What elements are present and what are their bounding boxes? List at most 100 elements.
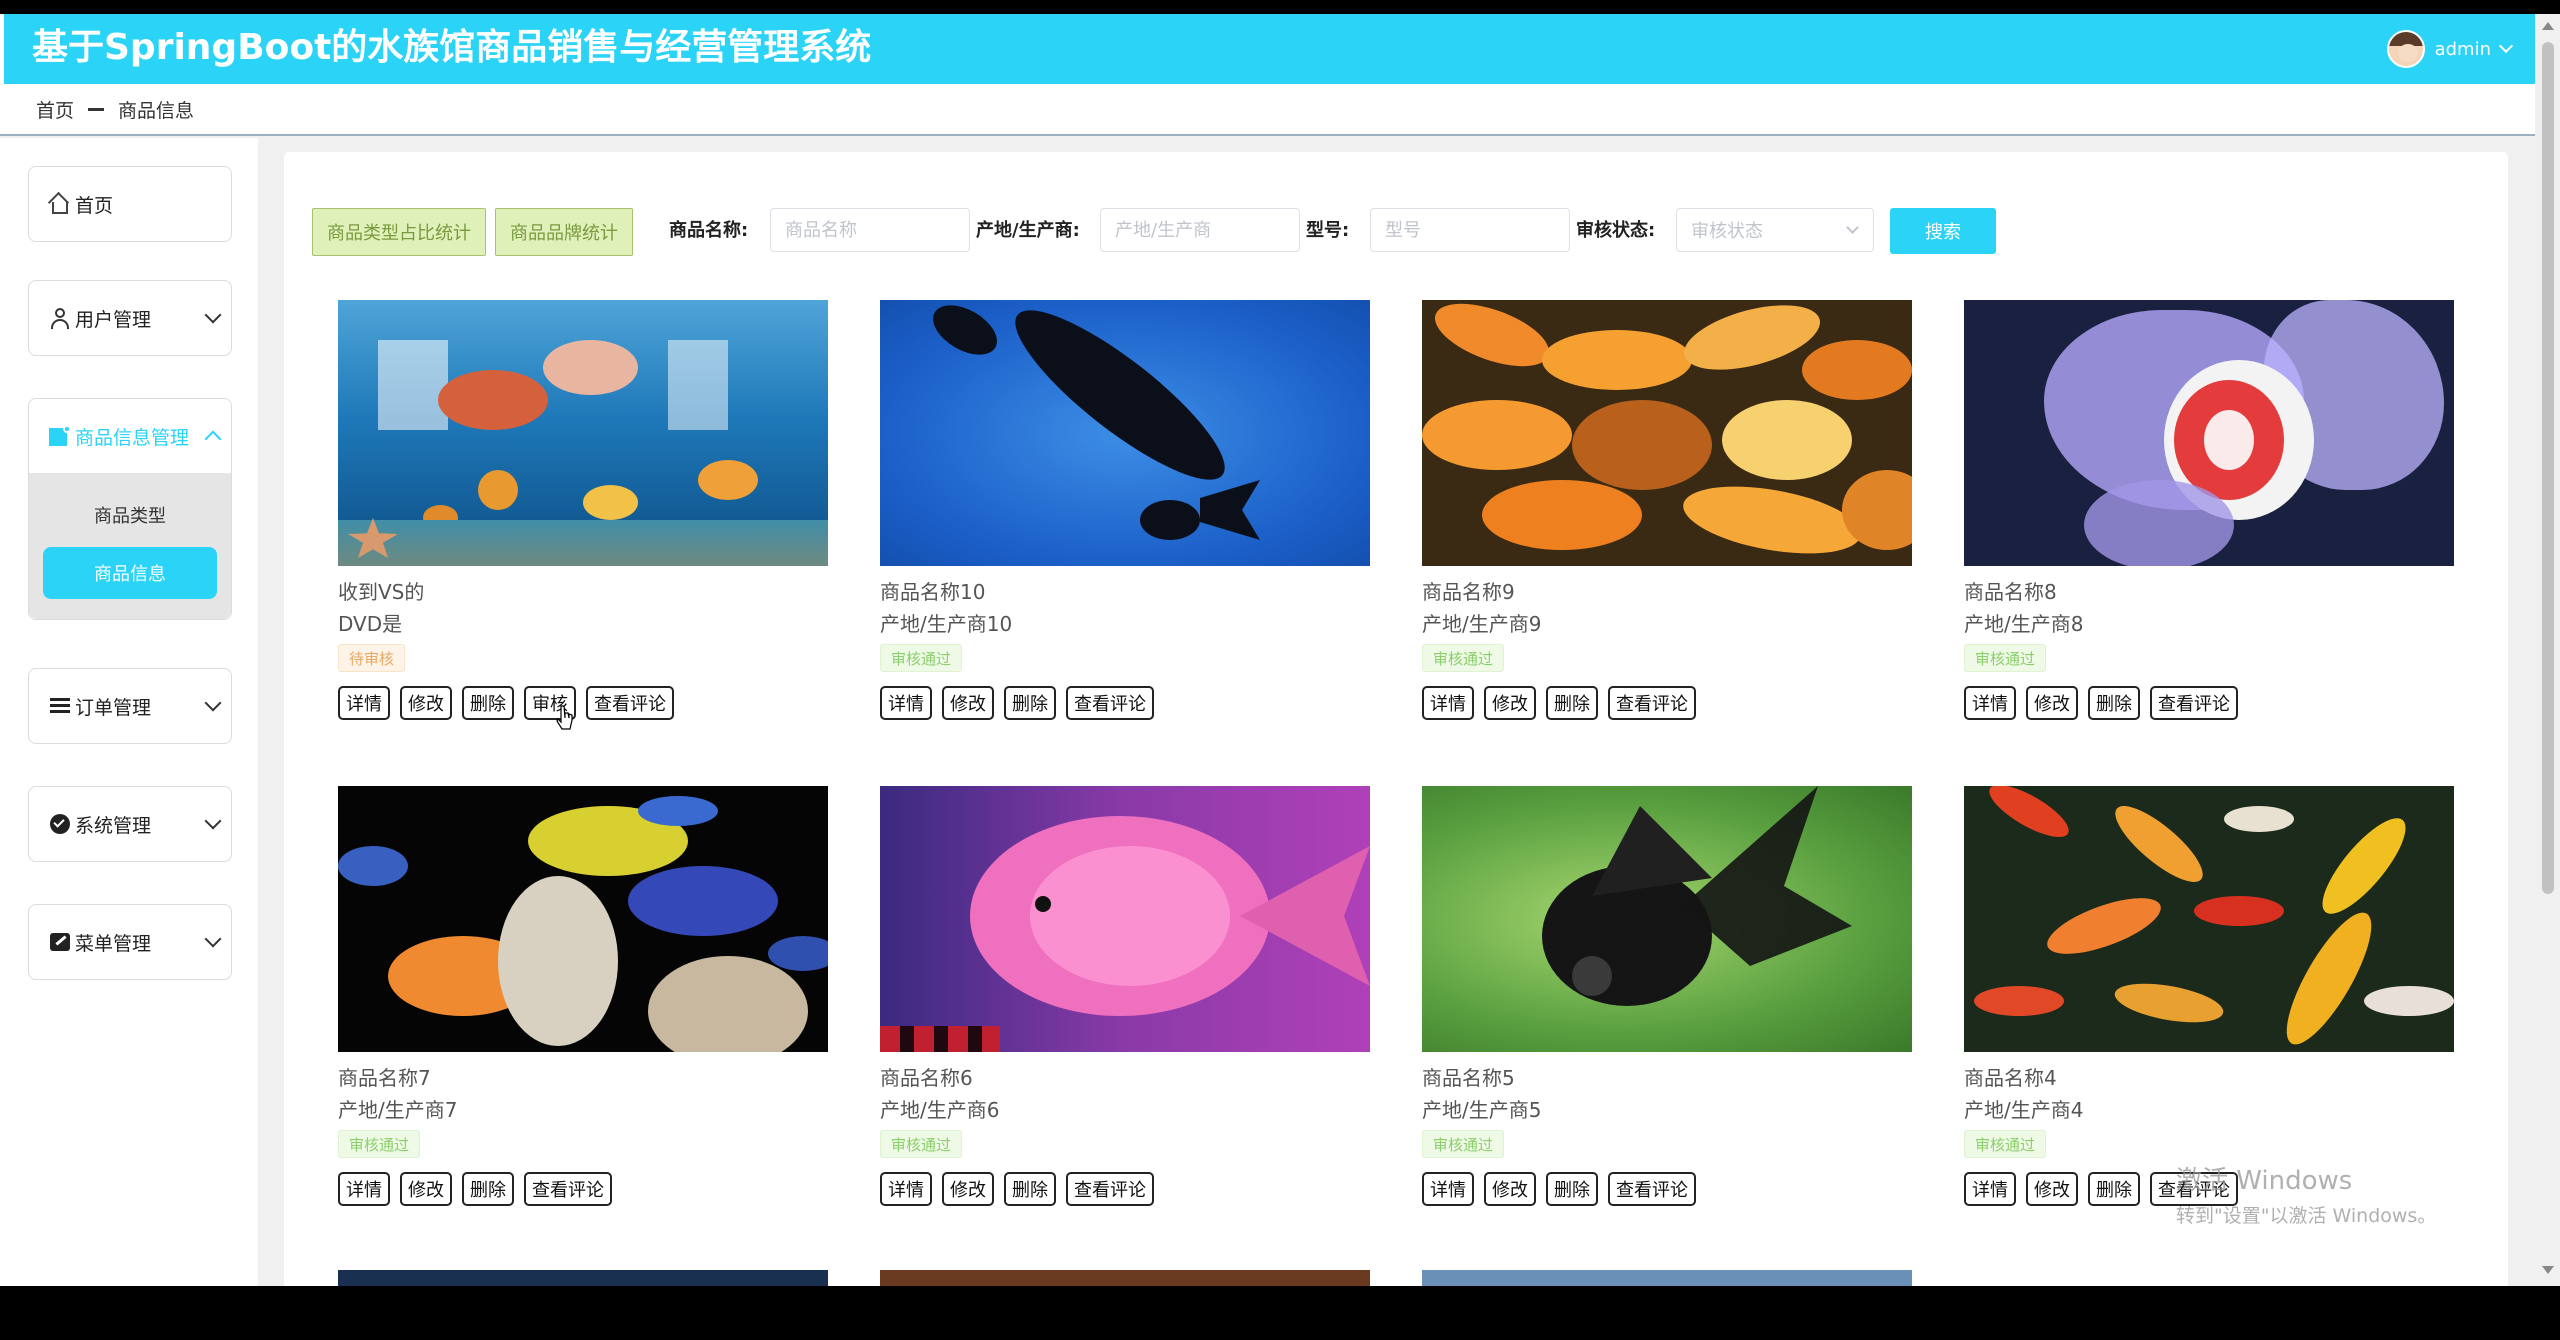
product-origin: 产地/生产商6 [880, 1098, 1000, 1122]
user-name[interactable]: admin [2435, 39, 2491, 60]
sidebar-item-label: 菜单管理 [75, 932, 152, 955]
delete-button[interactable]: 删除 [2088, 1172, 2140, 1206]
product-origin: 产地/生产商8 [1964, 612, 2084, 636]
product-origin: 产地/生产商7 [338, 1098, 458, 1122]
view-comments-button[interactable]: 查看评论 [524, 1172, 612, 1206]
detail-button[interactable]: 详情 [1964, 1172, 2016, 1206]
product-name: 收到VS的 [338, 580, 425, 604]
sidebar: 首页 用户管理 商品信息管理 商品类型 商品信息 订单管理 系统管理 菜单管理 [0, 138, 258, 1286]
edit-button[interactable]: 修改 [2026, 686, 2078, 720]
sidebar-item-label: 首页 [75, 194, 114, 217]
breadcrumb-home[interactable]: 首页 [36, 96, 74, 123]
product-image[interactable] [1422, 1270, 1912, 1286]
detail-button[interactable]: 详情 [880, 1172, 932, 1206]
scroll-up-icon[interactable] [2542, 22, 2554, 30]
type-stat-button[interactable]: 商品类型占比统计 [312, 208, 486, 256]
sidebar-item-home[interactable]: 首页 [28, 166, 232, 242]
view-comments-button[interactable]: 查看评论 [1608, 686, 1696, 720]
detail-button[interactable]: 详情 [1422, 686, 1474, 720]
product-card: 商品名称9 产地/生产商9 审核通过 详情 修改 删除 查看评论 [1422, 300, 1912, 720]
sidebar-item-label: 用户管理 [75, 308, 152, 331]
view-comments-button[interactable]: 查看评论 [1066, 686, 1154, 720]
product-name: 商品名称9 [1422, 580, 1515, 604]
avatar[interactable] [2386, 30, 2425, 68]
product-image[interactable] [1422, 300, 1912, 566]
delete-button[interactable]: 删除 [1546, 686, 1598, 720]
edit-button[interactable]: 修改 [942, 686, 994, 720]
app-window: 基于SpringBoot的水族馆商品销售与经营管理系统 admin 首页 商品信… [0, 14, 2535, 1286]
product-card: 商品名称10 产地/生产商10 审核通过 详情 修改 删除 查看评论 [880, 300, 1370, 720]
origin-label: 产地/生产商: [976, 220, 1080, 241]
chevron-up-icon [204, 430, 222, 448]
product-origin: 产地/生产商5 [1422, 1098, 1542, 1122]
origin-input[interactable] [1100, 208, 1300, 252]
edit-button[interactable]: 修改 [2026, 1172, 2078, 1206]
scroll-thumb[interactable] [2542, 42, 2554, 894]
sidebar-item-order-management[interactable]: 订单管理 [28, 668, 232, 744]
brand-stat-button[interactable]: 商品品牌统计 [495, 208, 633, 256]
status-badge: 待审核 [338, 644, 406, 672]
status-badge: 审核通过 [1422, 644, 1505, 672]
product-image[interactable] [880, 1270, 1370, 1286]
product-card: 商品名称6 产地/生产商6 审核通过 详情 修改 删除 查看评论 [880, 786, 1370, 1206]
edit-button[interactable]: 修改 [400, 686, 452, 720]
sidebar-item-goods-type[interactable]: 商品类型 [43, 489, 217, 541]
product-name: 商品名称8 [1964, 580, 2057, 604]
sidebar-item-user-management[interactable]: 用户管理 [28, 280, 232, 356]
chevron-down-icon [204, 812, 222, 830]
product-image[interactable] [880, 786, 1370, 1052]
edit-button[interactable]: 修改 [400, 1172, 452, 1206]
name-label: 商品名称: [669, 220, 749, 241]
delete-button[interactable]: 删除 [1004, 1172, 1056, 1206]
menu-icon [49, 931, 71, 953]
delete-button[interactable]: 删除 [462, 1172, 514, 1206]
detail-button[interactable]: 详情 [880, 686, 932, 720]
sidebar-item-menu-management[interactable]: 菜单管理 [28, 904, 232, 980]
delete-button[interactable]: 删除 [462, 686, 514, 720]
edit-button[interactable]: 修改 [1484, 1172, 1536, 1206]
user-menu[interactable]: admin [2386, 28, 2514, 70]
submenu: 商品类型 商品信息 [29, 473, 231, 619]
sidebar-item-label: 系统管理 [75, 814, 152, 837]
product-origin: DVD是 [338, 612, 403, 636]
view-comments-button[interactable]: 查看评论 [1608, 1172, 1696, 1206]
product-card: 收到VS的 DVD是 待审核 详情 修改 删除 审核 查看评论 [338, 300, 828, 720]
product-image[interactable] [1422, 786, 1912, 1052]
product-origin: 产地/生产商4 [1964, 1098, 2084, 1122]
product-image[interactable] [338, 1270, 828, 1286]
product-card: 商品名称7 产地/生产商7 审核通过 详情 修改 删除 查看评论 [338, 786, 828, 1206]
status-badge: 审核通过 [880, 1130, 963, 1158]
app-title: 基于SpringBoot的水族馆商品销售与经营管理系统 [32, 27, 872, 68]
sidebar-item-system-management[interactable]: 系统管理 [28, 786, 232, 862]
model-input[interactable] [1370, 208, 1570, 252]
edit-button[interactable]: 修改 [942, 1172, 994, 1206]
name-input[interactable] [770, 208, 970, 252]
audit-select[interactable]: 审核状态 [1676, 208, 1874, 252]
sidebar-item-goods-info[interactable]: 商品信息 [43, 547, 217, 599]
detail-button[interactable]: 详情 [338, 1172, 390, 1206]
scroll-down-icon[interactable] [2542, 1266, 2554, 1274]
search-button[interactable]: 搜索 [1890, 208, 1996, 254]
view-comments-button[interactable]: 查看评论 [586, 686, 674, 720]
product-image[interactable] [1964, 300, 2454, 566]
detail-button[interactable]: 详情 [1422, 1172, 1474, 1206]
delete-button[interactable]: 删除 [2088, 686, 2140, 720]
product-image[interactable] [338, 300, 828, 566]
delete-button[interactable]: 删除 [1546, 1172, 1598, 1206]
product-image[interactable] [1964, 786, 2454, 1052]
sidebar-item-goods-management[interactable]: 商品信息管理 商品类型 商品信息 [28, 398, 232, 620]
product-image[interactable] [338, 786, 828, 1052]
chevron-down-icon[interactable] [2498, 38, 2514, 54]
sidebar-item-label: 商品信息管理 [75, 426, 190, 449]
detail-button[interactable]: 详情 [338, 686, 390, 720]
view-comments-button[interactable]: 查看评论 [1066, 1172, 1154, 1206]
home-icon [47, 191, 71, 215]
vertical-scrollbar[interactable] [2535, 14, 2560, 1286]
main-panel: 商品类型占比统计 商品品牌统计 商品名称: 产地/生产商: 型号: 审核状态: … [284, 152, 2508, 1286]
delete-button[interactable]: 删除 [1004, 686, 1056, 720]
product-image[interactable] [880, 300, 1370, 566]
edit-button[interactable]: 修改 [1484, 686, 1536, 720]
view-comments-button[interactable]: 查看评论 [2150, 686, 2238, 720]
detail-button[interactable]: 详情 [1964, 686, 2016, 720]
top-header: 基于SpringBoot的水族馆商品销售与经营管理系统 admin [0, 14, 2535, 84]
